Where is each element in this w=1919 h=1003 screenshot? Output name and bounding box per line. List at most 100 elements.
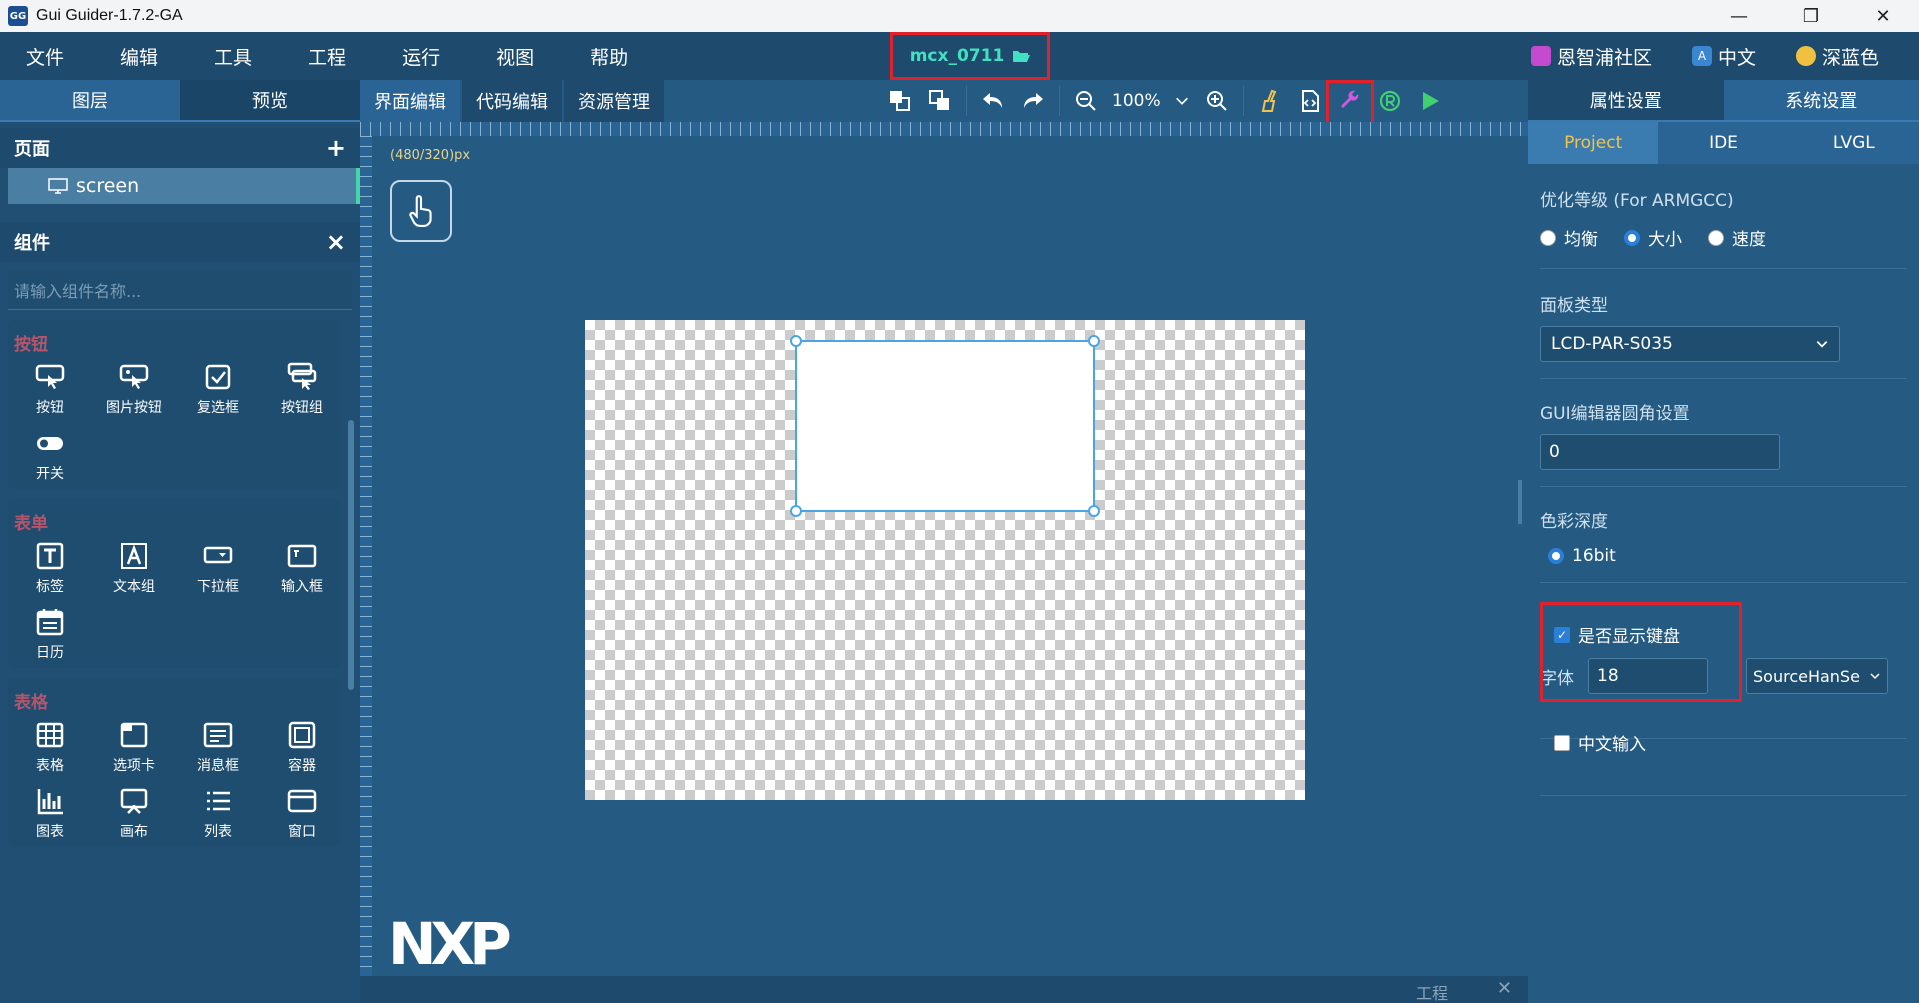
font-family-select[interactable]: SourceHanSe: [1746, 658, 1888, 694]
language-icon: A: [1691, 46, 1712, 66]
subtab-project[interactable]: Project: [1528, 122, 1659, 164]
chinese-input-checkbox[interactable]: 中文输入: [1554, 730, 1646, 755]
screen-canvas[interactable]: [585, 320, 1305, 800]
widget-label-text[interactable]: 标签: [8, 540, 92, 596]
keyboard-setting-highlight: [1540, 602, 1742, 702]
resize-handle[interactable]: [790, 505, 802, 517]
radio-speed[interactable]: 速度: [1708, 225, 1766, 250]
optimization-label: 优化等级 (For ARMGCC): [1540, 191, 1734, 211]
generate-code-button[interactable]: [1290, 80, 1330, 122]
widget-window[interactable]: 窗口: [260, 785, 344, 841]
menu-tools[interactable]: 工具: [214, 43, 252, 70]
menu-file[interactable]: 文件: [26, 43, 64, 70]
zoom-in-button[interactable]: [1197, 80, 1237, 122]
chevron-down-icon: [1175, 97, 1188, 105]
widget-checkbox[interactable]: 复选框: [176, 361, 260, 417]
subtab-lvgl[interactable]: LVGL: [1788, 122, 1919, 164]
widget-msgbox[interactable]: 消息框: [176, 719, 260, 775]
widget-list[interactable]: 列表: [176, 785, 260, 841]
radio-balanced[interactable]: 均衡: [1540, 225, 1598, 250]
hand-pointer-icon: [409, 195, 432, 227]
pointer-tool-button[interactable]: [390, 180, 452, 242]
broom-icon: [1261, 89, 1276, 112]
widget-table[interactable]: 表格: [8, 719, 92, 775]
widget-text-area[interactable]: 文本组: [92, 540, 176, 596]
widget-button[interactable]: 按钮: [8, 361, 92, 417]
register-button[interactable]: [1370, 80, 1410, 122]
widget-switch[interactable]: 开关: [8, 427, 92, 483]
tab-properties[interactable]: 属性设置: [1528, 80, 1724, 122]
widget-chart[interactable]: 图表: [8, 785, 92, 841]
tab-layers[interactable]: 图层: [0, 80, 180, 122]
widget-input[interactable]: 输入框: [260, 540, 344, 596]
left-scrollbar[interactable]: [348, 420, 354, 690]
page-item-screen[interactable]: screen: [8, 168, 360, 204]
menu-run[interactable]: 运行: [402, 43, 440, 70]
widget-label: 按钮: [36, 400, 64, 416]
widget-container[interactable]: 容器: [260, 719, 344, 775]
button-icon: [35, 364, 65, 389]
widget-image-button[interactable]: 图片按钮: [92, 361, 176, 417]
close-icon[interactable]: ✕: [1497, 978, 1512, 999]
tab-preview[interactable]: 预览: [180, 80, 360, 122]
community-link[interactable]: 恩智浦社区: [1530, 43, 1652, 70]
widget-button-group[interactable]: 按钮组: [260, 361, 344, 417]
bring-front-button[interactable]: [880, 80, 920, 122]
widget-label: 复选框: [197, 400, 239, 416]
tab-resource-manager[interactable]: 资源管理: [564, 80, 664, 122]
theme-selector[interactable]: 深蓝色: [1795, 43, 1879, 70]
panel-type-select[interactable]: LCD-PAR-S035: [1540, 326, 1840, 362]
divider: [1540, 582, 1907, 583]
panel-splitter[interactable]: [1518, 480, 1522, 524]
resize-handle[interactable]: [1088, 335, 1100, 347]
tab-system-settings[interactable]: 系统设置: [1723, 80, 1919, 122]
subtab-ide[interactable]: IDE: [1658, 122, 1789, 164]
panel-type-value: LCD-PAR-S035: [1551, 334, 1673, 354]
maximize-icon[interactable]: ❐: [1775, 0, 1847, 32]
widget-group-buttons: 按钮 按钮 图片按钮 复选框 按钮组 开关: [8, 320, 340, 489]
widget-label: 选项卡: [113, 758, 155, 774]
add-page-icon[interactable]: +: [326, 134, 346, 162]
minimize-icon[interactable]: —: [1703, 0, 1775, 32]
send-back-button[interactable]: [920, 80, 960, 122]
language-selector[interactable]: A 中文: [1691, 43, 1756, 70]
zoom-out-button[interactable]: [1066, 80, 1106, 122]
radio-size[interactable]: 大小: [1624, 225, 1682, 250]
divider: [1540, 795, 1907, 796]
widget-label: 图片按钮: [106, 400, 162, 416]
widget-calendar[interactable]: 日历: [8, 606, 92, 662]
chevron-down-icon: [1870, 673, 1880, 680]
clean-button[interactable]: [1250, 80, 1290, 122]
panel-type-field: 面板类型 LCD-PAR-S035: [1528, 269, 1919, 362]
widget-dropdown[interactable]: 下拉框: [176, 540, 260, 596]
radio-16bit[interactable]: 16bit: [1548, 546, 1616, 566]
resize-handle[interactable]: [790, 335, 802, 347]
undo-button[interactable]: [973, 80, 1013, 122]
widget-canvas[interactable]: 画布: [92, 785, 176, 841]
image-button-icon: [119, 364, 149, 389]
tab-ui-editor[interactable]: 界面编辑: [360, 80, 460, 122]
bottom-panel-title[interactable]: 工程: [1416, 980, 1448, 1003]
close-icon[interactable]: ✕: [1847, 0, 1919, 32]
widget-search-input[interactable]: 请输入组件名称...: [8, 270, 352, 310]
zoom-level[interactable]: 100%: [1106, 91, 1167, 111]
zoom-dropdown-button[interactable]: [1167, 80, 1197, 122]
selected-widget[interactable]: [790, 335, 1100, 517]
panel-type-label: 面板类型: [1540, 296, 1608, 316]
menu-project[interactable]: 工程: [308, 43, 346, 70]
project-name-button[interactable]: mcx_0711: [890, 32, 1050, 80]
resize-handle[interactable]: [1088, 505, 1100, 517]
redo-button[interactable]: [1013, 80, 1053, 122]
menu-view[interactable]: 视图: [496, 43, 534, 70]
radius-input[interactable]: 0: [1540, 434, 1780, 470]
widget-tabview[interactable]: 选项卡: [92, 719, 176, 775]
widget-label: 窗口: [288, 824, 316, 840]
message-box-icon: [203, 722, 233, 748]
widget-label: 画布: [120, 824, 148, 840]
play-icon: [1422, 92, 1439, 110]
run-simulator-button[interactable]: [1410, 80, 1450, 122]
close-widgets-icon[interactable]: ×: [326, 228, 346, 256]
menu-edit[interactable]: 编辑: [120, 43, 158, 70]
menu-help[interactable]: 帮助: [590, 43, 628, 70]
tab-code-editor[interactable]: 代码编辑: [462, 80, 562, 122]
